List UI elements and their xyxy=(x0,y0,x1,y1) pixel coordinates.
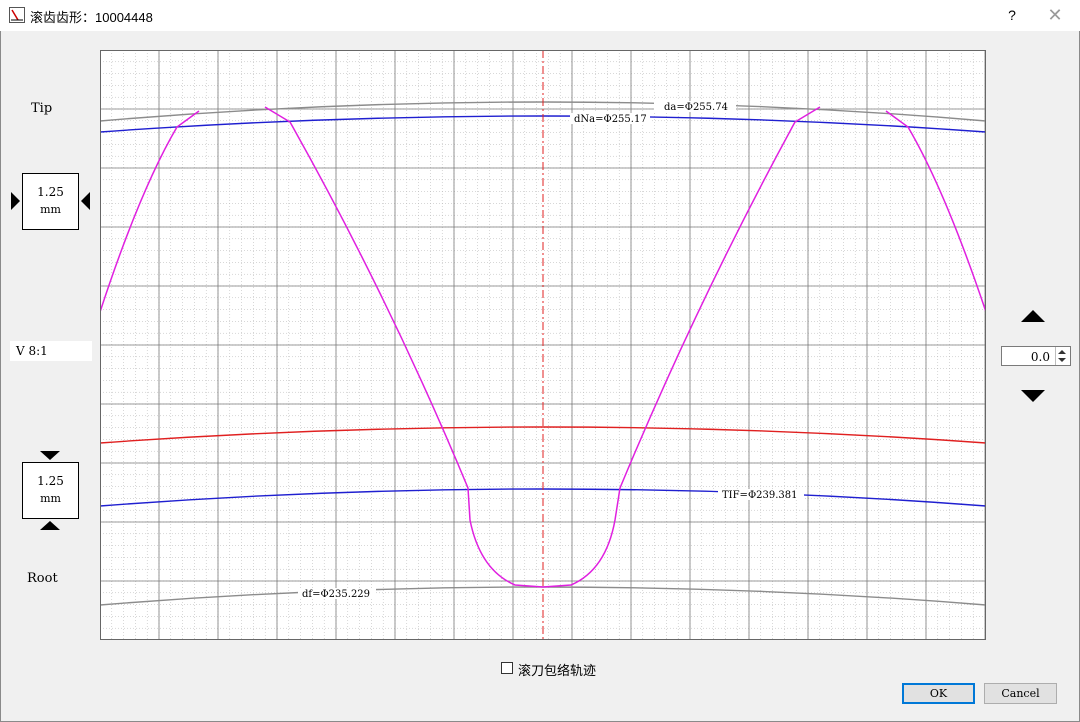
scale-increase-arrow-icon[interactable] xyxy=(81,192,90,210)
close-button[interactable]: ✕ xyxy=(1040,2,1070,28)
gear-profile-icon xyxy=(9,7,25,23)
top-scale-unit: mm xyxy=(40,203,61,216)
window-border-left xyxy=(0,31,1,722)
top-scale-value: 1.25 xyxy=(37,185,64,199)
ok-button[interactable]: OK xyxy=(902,683,975,704)
TIF-label: TIF=Φ239.381 xyxy=(722,490,798,501)
offset-spin-buttons[interactable] xyxy=(1055,347,1070,365)
help-button[interactable]: ? xyxy=(1003,5,1021,25)
hob-envelope-label[interactable]: 滚刀包络轨迹 xyxy=(518,660,596,679)
vertical-ratio-label: V 8:1 xyxy=(16,344,48,358)
hob-envelope-checkbox[interactable] xyxy=(501,662,513,674)
cancel-button[interactable]: Cancel xyxy=(984,683,1057,704)
da-label: da=Φ255.74 xyxy=(664,102,728,113)
df-label: df=Φ235.229 xyxy=(302,589,370,600)
bottom-scale-up-arrow-icon[interactable] xyxy=(40,521,60,530)
gear-profile-plot: da=Φ255.74 dNa=Φ255.17 TIF=Φ239.381 df=Φ… xyxy=(100,50,986,640)
root-label: Root xyxy=(27,571,58,586)
spin-up-icon[interactable] xyxy=(1058,350,1066,354)
window-title: 滚齿齿形：10004448 xyxy=(30,10,153,25)
tip-label: Tip xyxy=(31,101,53,116)
shift-up-arrow-icon[interactable] xyxy=(1021,310,1045,322)
offset-value: 0.0 xyxy=(1030,350,1050,364)
bottom-scale-value: 1.25 xyxy=(37,474,64,488)
dNa-label: dNa=Φ255.17 xyxy=(574,114,647,125)
top-scale-box: 1.25 mm xyxy=(22,173,79,230)
spin-down-icon[interactable] xyxy=(1058,358,1066,362)
offset-spinbox[interactable]: 0.0 xyxy=(1001,346,1071,366)
title-bar: 滚齿齿形：10004448 ? ✕ xyxy=(0,0,1080,31)
vertical-ratio-field: V 8:1 xyxy=(10,341,92,361)
shift-down-arrow-icon[interactable] xyxy=(1021,390,1045,402)
bottom-scale-unit: mm xyxy=(40,492,61,505)
scale-decrease-arrow-icon[interactable] xyxy=(11,192,20,210)
bottom-scale-box: 1.25 mm xyxy=(22,462,79,519)
bottom-scale-down-arrow-icon[interactable] xyxy=(40,451,60,460)
